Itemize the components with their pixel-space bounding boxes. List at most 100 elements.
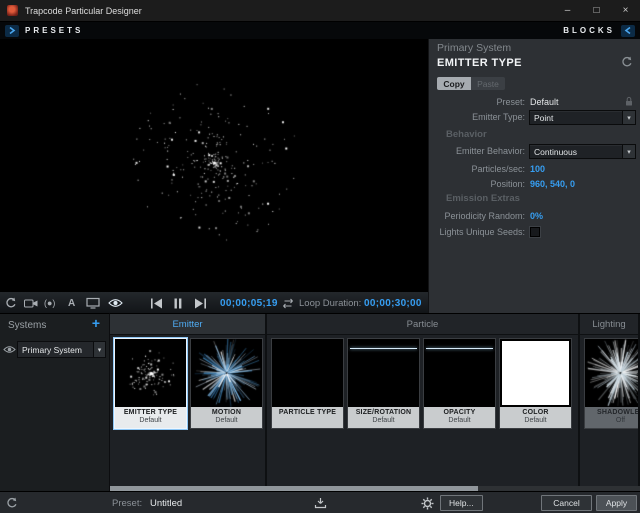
presets-toggle[interactable]: PRESETS [5,25,83,37]
card-title: OPACITY [425,409,494,416]
card-subtitle: Default [116,417,185,425]
card-title: COLOR [501,409,570,416]
minimize-button[interactable]: – [553,0,582,21]
motion-thumbnail [191,339,262,407]
paste-button[interactable]: Paste [471,77,505,90]
chevron-right-icon [5,25,19,37]
tab-particle[interactable]: Particle [267,314,578,335]
periodicity-random-value[interactable]: 0% [530,211,543,221]
particle-type-thumbnail [272,339,343,407]
inspector-system-name: Primary System [437,42,511,54]
lights-unique-seeds-label: Lights Unique Seeds: [429,227,525,237]
lighting-group: Lighting SHADOWLET Off [580,314,640,486]
gear-icon[interactable] [421,492,434,513]
pause-button[interactable] [173,292,183,314]
blocks-label: BLOCKS [563,26,615,35]
card-title: EMITTER TYPE [116,409,185,416]
blocks-area: Emitter EMITTER TYPE Default [110,313,640,486]
copy-button[interactable]: Copy [437,77,471,90]
card-title: SIZE/ROTATION [349,409,418,416]
air-icon[interactable]: A [68,292,75,314]
tab-emitter[interactable]: Emitter [110,314,265,335]
systems-title: Systems [8,320,46,331]
preset-value: Default [530,97,559,107]
block-card-shadowlet[interactable]: SHADOWLET Off [584,338,640,429]
inspector-block-title: EMITTER TYPE [437,57,522,69]
motion-blur-icon[interactable]: (●) [44,292,55,314]
position-value[interactable]: 960, 540, 0 [530,179,575,189]
chevron-down-icon: ▾ [622,111,635,124]
restart-icon[interactable] [5,292,17,314]
color-thumbnail [500,339,571,407]
lock-icon[interactable] [624,96,634,107]
card-title: MOTION [192,409,261,416]
preview-viewport[interactable] [0,39,428,291]
lighting-cards-row: SHADOWLET Off [580,335,638,486]
particular-designer-window: Trapcode Particular Designer – □ × PRESE… [0,0,640,513]
help-button[interactable]: Help... [440,495,483,511]
tab-lighting[interactable]: Lighting [580,314,638,335]
loop-icon[interactable] [281,292,295,314]
card-title: PARTICLE TYPE [273,409,342,416]
card-subtitle: Default [501,417,570,425]
previous-frame-button[interactable] [150,292,163,314]
loop-duration-field[interactable]: 00;00;30;00 [364,292,422,314]
card-subtitle: Default [192,417,261,425]
timecode-field[interactable]: 00;00;05;19 [220,292,278,314]
chevron-down-icon: ▾ [622,145,635,158]
block-card-emitter-type[interactable]: EMITTER TYPE Default [114,338,187,429]
presets-label: PRESETS [25,26,83,35]
title-bar: Trapcode Particular Designer – □ × [0,0,640,22]
particle-cards-row: PARTICLE TYPE SIZE/ROTATION Default OPAC… [267,335,578,486]
window-title: Trapcode Particular Designer [25,6,142,16]
emitter-behavior-dropdown[interactable]: Continuous ▾ [529,144,636,159]
block-card-particle-type[interactable]: PARTICLE TYPE [271,338,344,429]
cancel-button[interactable]: Cancel [541,495,592,511]
lights-unique-seeds-checkbox[interactable] [530,227,540,237]
reset-icon[interactable] [621,56,633,68]
import-preset-icon[interactable] [314,492,327,513]
window-controls: – □ × [553,0,640,21]
system-visibility-eye-icon[interactable] [3,345,16,354]
emitter-type-label: Emitter Type: [429,112,525,122]
reset-preset-icon[interactable] [6,492,18,513]
footer-preset-name[interactable]: Untitled [150,492,182,513]
systems-panel: Systems + Primary System ▾ [0,313,110,491]
particles-sec-value[interactable]: 100 [530,164,545,174]
emitter-type-value: Point [534,113,553,123]
app-icon [7,5,18,16]
chevron-down-icon: ▾ [93,342,105,357]
close-button[interactable]: × [611,0,640,21]
behavior-section-header: Behavior [446,129,487,140]
card-subtitle: Default [349,417,418,425]
system-select-dropdown[interactable]: Primary System ▾ [17,341,106,358]
emitter-behavior-label: Emitter Behavior: [429,146,525,156]
block-card-color[interactable]: COLOR Default [499,338,572,429]
size-rotation-thumbnail [348,339,419,407]
system-select-value: Primary System [22,345,82,355]
block-card-size-rotation[interactable]: SIZE/ROTATION Default [347,338,420,429]
block-card-opacity[interactable]: OPACITY Default [423,338,496,429]
particle-group: Particle PARTICLE TYPE SIZE/ROTATION Def… [267,314,580,486]
chevron-left-icon [621,25,635,37]
blocks-toggle[interactable]: BLOCKS [563,25,635,37]
apply-button[interactable]: Apply [596,495,637,511]
card-subtitle: Default [425,417,494,425]
display-icon[interactable] [86,292,100,314]
block-card-motion[interactable]: MOTION Default [190,338,263,429]
emitter-type-thumbnail [115,339,186,407]
presets-blocks-bar: PRESETS BLOCKS [0,22,640,39]
transport-bar: (●) A 00;00;05;19 Loop Duration: [0,291,428,313]
eye-icon[interactable] [108,292,123,314]
emitter-type-dropdown[interactable]: Point ▾ [529,110,636,125]
camera-icon[interactable] [24,292,38,314]
position-label: Position: [429,179,525,189]
add-system-button[interactable]: + [92,315,100,331]
maximize-button[interactable]: □ [582,0,611,21]
footer-bar: Preset: Untitled Help... Cancel Apply [0,491,640,513]
copy-paste-segment: Copy Paste [437,77,505,90]
shadowlet-thumbnail [585,339,640,407]
particles-sec-label: Particles/sec: [429,164,525,174]
next-frame-button[interactable] [194,292,207,314]
periodicity-random-label: Periodicity Random: [429,211,525,221]
